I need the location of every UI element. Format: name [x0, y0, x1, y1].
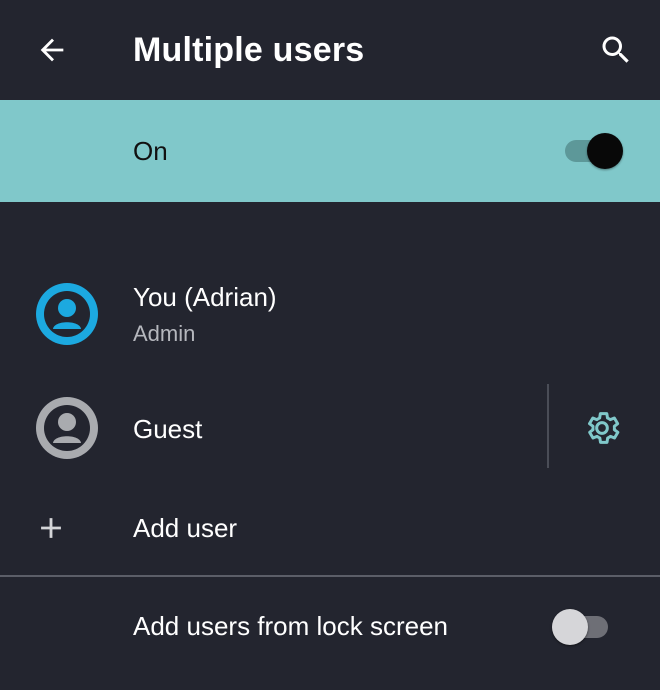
account-circle-icon: [36, 397, 98, 459]
toggle-thumb: [552, 609, 588, 645]
user-row-guest[interactable]: Guest: [0, 384, 545, 472]
user-name: You (Adrian): [133, 282, 277, 312]
user-row-admin[interactable]: You (Adrian) Admin: [0, 268, 660, 364]
main-switch-label: On: [133, 136, 168, 166]
toggle-thumb: [587, 133, 623, 169]
arrow-back-icon: [40, 38, 64, 62]
search-icon: [602, 36, 629, 63]
search-button[interactable]: [594, 28, 638, 72]
lock-screen-toggle-switch[interactable]: [552, 606, 610, 646]
lock-screen-label: Add users from lock screen: [133, 611, 449, 641]
back-button[interactable]: [30, 28, 74, 72]
user-name: Guest: [133, 414, 203, 444]
add-user-row[interactable]: Add user: [0, 488, 660, 568]
main-toggle-switch[interactable]: [565, 130, 623, 170]
lock-screen-row[interactable]: Add users from lock screen: [0, 585, 660, 670]
page-title: Multiple users: [133, 31, 365, 69]
plus-icon: [41, 518, 61, 538]
user-role: Admin: [133, 321, 196, 346]
account-circle-icon: [36, 283, 98, 345]
vertical-divider: [547, 384, 549, 468]
main-switch-bar[interactable]: On: [0, 100, 660, 202]
gear-icon: [588, 412, 620, 444]
add-user-label: Add user: [133, 513, 238, 543]
app-bar: Multiple users: [0, 0, 660, 100]
guest-settings-button[interactable]: [578, 404, 626, 452]
section-divider: [0, 575, 660, 577]
